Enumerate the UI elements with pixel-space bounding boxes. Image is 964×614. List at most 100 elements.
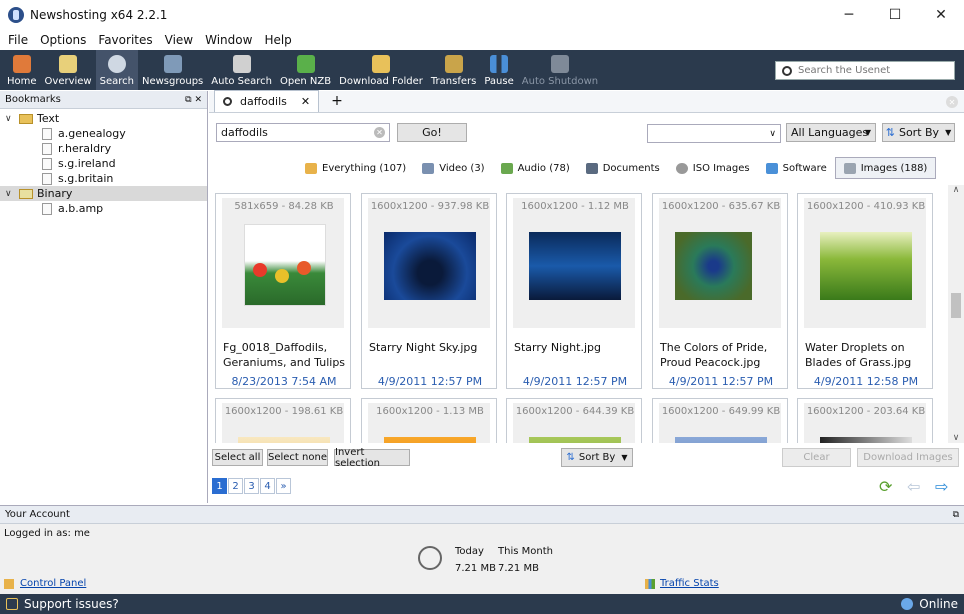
filter-audio[interactable]: Audio (78) xyxy=(493,157,578,179)
usenet-search-input[interactable]: Search the Usenet xyxy=(775,61,955,80)
tree-item[interactable]: s.g.britain xyxy=(0,171,207,186)
result-card[interactable]: 1600x1200 - 1.13 MB xyxy=(361,398,497,443)
newsgroups-icon xyxy=(163,55,182,73)
search-results-pane: daffodils ✕ + ✕ daffodils ✕ Go! ∨ All La… xyxy=(209,90,964,503)
menu-options[interactable]: Options xyxy=(34,33,92,47)
sort-icon: ⇅ xyxy=(566,452,575,463)
scroll-thumb[interactable] xyxy=(951,293,961,318)
image-thumbnail xyxy=(384,437,476,443)
next-pages-button[interactable]: » xyxy=(276,478,291,494)
filter-software[interactable]: Software xyxy=(758,157,835,179)
add-tab-button[interactable]: + xyxy=(331,90,343,112)
tab-strip: daffodils ✕ + ✕ xyxy=(209,90,964,113)
history-dropdown[interactable]: ∨ xyxy=(647,124,781,143)
maximize-button[interactable]: ☐ xyxy=(872,0,918,30)
result-card[interactable]: 1600x1200 - 203.64 KB xyxy=(797,398,933,443)
minimize-button[interactable]: ─ xyxy=(826,0,872,30)
tree-group-binary[interactable]: ∨ Binary xyxy=(0,186,207,201)
tree-item[interactable]: r.heraldry xyxy=(0,141,207,156)
month-label: This Month xyxy=(498,546,553,557)
menu-help[interactable]: Help xyxy=(258,33,297,47)
result-card[interactable]: 1600x1200 - 198.61 KB xyxy=(215,398,351,443)
collapse-icon[interactable]: ∨ xyxy=(5,114,15,124)
select-none-button[interactable]: Select none xyxy=(267,449,328,466)
sort-by-button[interactable]: ⇅ Sort By ▼ xyxy=(882,123,955,142)
query-input[interactable]: daffodils ✕ xyxy=(216,123,390,142)
audio-icon xyxy=(500,162,513,174)
folder-icon xyxy=(305,162,317,174)
toolbar-newsgroups-button[interactable]: Newsgroups xyxy=(138,50,207,90)
filter-video[interactable]: Video (3) xyxy=(414,157,492,179)
menu-favorites[interactable]: Favorites xyxy=(92,33,158,47)
toolbar-overview-button[interactable]: Overview xyxy=(41,50,96,90)
clear-input-icon[interactable]: ✕ xyxy=(374,127,385,138)
dropdown-arrow-icon: ▼ xyxy=(621,453,628,462)
peacock-thumbnail xyxy=(675,232,752,300)
traffic-stats-link[interactable]: Traffic Stats xyxy=(660,578,719,589)
filter-documents[interactable]: Documents xyxy=(578,157,668,179)
language-select[interactable]: All Languages ▼ xyxy=(786,123,876,142)
forward-arrow-icon[interactable]: ⇨ xyxy=(935,477,948,496)
toolbar-search-button[interactable]: Search xyxy=(95,50,138,90)
toolbar-open-nzb-button[interactable]: Open NZB xyxy=(276,50,335,90)
menu-view[interactable]: View xyxy=(159,33,199,47)
go-button[interactable]: Go! xyxy=(397,123,467,142)
page-4-button[interactable]: 4 xyxy=(260,478,275,494)
connection-status: Online xyxy=(919,597,958,611)
result-card[interactable]: 1600x1200 - 410.93 KB Water Droplets on … xyxy=(797,193,933,389)
toolbar-auto-shutdown-button[interactable]: Auto Shutdown xyxy=(518,50,602,90)
close-tab-icon[interactable]: ✕ xyxy=(301,95,310,108)
menu-file[interactable]: File xyxy=(2,33,34,47)
result-card[interactable]: 1600x1200 - 649.99 KB xyxy=(652,398,788,443)
image-thumbnail xyxy=(238,437,330,443)
page-1-button[interactable]: 1 xyxy=(212,478,227,494)
support-link[interactable]: Support issues? xyxy=(24,597,119,611)
starry-night-thumbnail xyxy=(529,232,621,300)
tree-item[interactable]: a.genealogy xyxy=(0,126,207,141)
sort-by-results-button[interactable]: ⇅ Sort By ▼ xyxy=(561,448,633,467)
tree-item[interactable]: s.g.ireland xyxy=(0,156,207,171)
toolbar-pause-button[interactable]: Pause xyxy=(480,50,517,90)
toolbar-home-button[interactable]: Home xyxy=(3,50,41,90)
pane-controls[interactable]: ⧉ xyxy=(953,510,959,520)
scroll-down-icon[interactable]: ∨ xyxy=(948,433,964,443)
tree-item[interactable]: a.b.amp xyxy=(0,201,207,216)
refresh-icon[interactable]: ⟳ xyxy=(879,477,892,496)
select-all-button[interactable]: Select all xyxy=(212,449,263,466)
filter-images[interactable]: Images (188) xyxy=(834,157,937,179)
results-scrollbar[interactable]: ∧ ∨ xyxy=(948,185,964,443)
starry-night-sky-thumbnail xyxy=(384,232,476,300)
back-arrow-icon[interactable]: ⇦ xyxy=(907,477,920,496)
scroll-up-icon[interactable]: ∧ xyxy=(948,185,964,195)
clear-button[interactable]: Clear xyxy=(782,448,851,467)
overview-icon xyxy=(59,55,78,73)
filter-iso-images[interactable]: ISO Images xyxy=(668,157,758,179)
result-card[interactable]: 1600x1200 - 937.98 KB Starry Night Sky.j… xyxy=(361,193,497,389)
month-value: 7.21 MB xyxy=(498,563,539,574)
download-images-button[interactable]: Download Images xyxy=(857,448,959,467)
toolbar-transfers-button[interactable]: Transfers xyxy=(427,50,480,90)
bookmarks-pane: Bookmarks ⧉ ✕ ∨ Text a.genealogy r.herald… xyxy=(0,91,208,503)
category-filters: Everything (107) Video (3) Audio (78) Do… xyxy=(297,157,937,179)
tree-group-text[interactable]: ∨ Text xyxy=(0,111,207,126)
pane-controls[interactable]: ⧉ ✕ xyxy=(185,95,202,105)
result-card[interactable]: 581x659 - 84.28 KB Fg_0018_Daffodils, Ge… xyxy=(215,193,351,389)
menu-window[interactable]: Window xyxy=(199,33,258,47)
page-2-button[interactable]: 2 xyxy=(228,478,243,494)
close-all-icon[interactable]: ✕ xyxy=(946,96,958,108)
result-card[interactable]: 1600x1200 - 1.12 MB Starry Night.jpg 4/9… xyxy=(506,193,642,389)
document-icon xyxy=(42,202,52,215)
toolbar-download-folder-button[interactable]: Download Folder xyxy=(335,50,427,90)
gauge-icon xyxy=(418,546,442,570)
filter-everything[interactable]: Everything (107) xyxy=(297,157,414,179)
result-card[interactable]: 1600x1200 - 635.67 KB The Colors of Prid… xyxy=(652,193,788,389)
control-panel-link[interactable]: Control Panel xyxy=(20,578,86,589)
invert-selection-button[interactable]: Invert selection xyxy=(334,447,410,469)
video-icon xyxy=(422,162,435,174)
close-window-button[interactable]: ✕ xyxy=(918,0,964,30)
collapse-icon[interactable]: ∨ xyxy=(5,189,15,199)
page-3-button[interactable]: 3 xyxy=(244,478,259,494)
result-card[interactable]: 1600x1200 - 644.39 KB xyxy=(506,398,642,443)
tab-daffodils[interactable]: daffodils ✕ xyxy=(214,90,320,112)
toolbar-auto-search-button[interactable]: Auto Search xyxy=(207,50,276,90)
